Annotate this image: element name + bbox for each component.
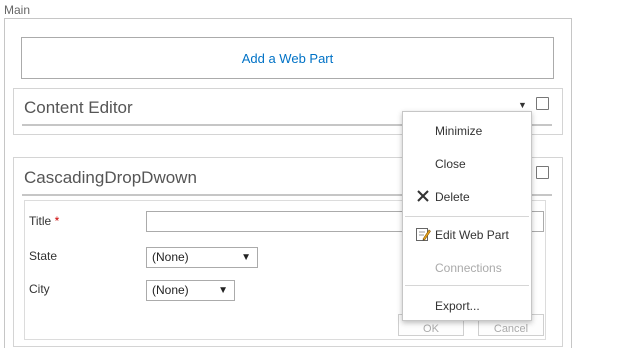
city-field-label: City xyxy=(29,282,50,296)
add-webpart-button[interactable]: Add a Web Part xyxy=(21,37,554,79)
menu-item-edit-webpart[interactable]: Edit Web Part xyxy=(403,221,531,249)
menu-item-connections[interactable]: Connections xyxy=(403,254,531,282)
menu-item-minimize[interactable]: Minimize xyxy=(403,117,531,145)
delete-x-icon xyxy=(415,188,431,204)
state-select-value: (None) xyxy=(152,250,189,264)
state-field-label: State xyxy=(29,249,58,263)
add-webpart-label: Add a Web Part xyxy=(241,50,334,66)
state-select[interactable]: (None) ▼ xyxy=(146,247,258,268)
webpart-select-checkbox[interactable] xyxy=(536,166,549,179)
edit-pencil-icon xyxy=(415,226,431,242)
menu-separator xyxy=(405,216,529,217)
webpart-title-content-editor: Content Editor xyxy=(24,98,133,117)
chevron-down-icon: ▼ xyxy=(218,285,228,296)
menu-item-close[interactable]: Close xyxy=(403,150,531,178)
title-field-label: Title * xyxy=(29,214,60,228)
zone-label: Main xyxy=(4,3,31,17)
menu-separator xyxy=(405,285,529,286)
required-marker: * xyxy=(54,214,60,228)
menu-item-delete[interactable]: Delete xyxy=(403,183,531,211)
city-select-value: (None) xyxy=(152,283,189,297)
webpart-menu-arrow-icon[interactable]: ▼ xyxy=(518,100,527,110)
city-select[interactable]: (None) ▼ xyxy=(146,280,235,301)
webpart-context-menu: Minimize Close Delete Edit Web Part Conn… xyxy=(402,111,532,321)
chevron-down-icon: ▼ xyxy=(241,252,251,263)
menu-item-export[interactable]: Export... xyxy=(403,292,531,320)
webpart-select-checkbox[interactable] xyxy=(536,97,549,110)
webpart-title-cascading-dropdown: CascadingDropDwown xyxy=(24,168,197,187)
